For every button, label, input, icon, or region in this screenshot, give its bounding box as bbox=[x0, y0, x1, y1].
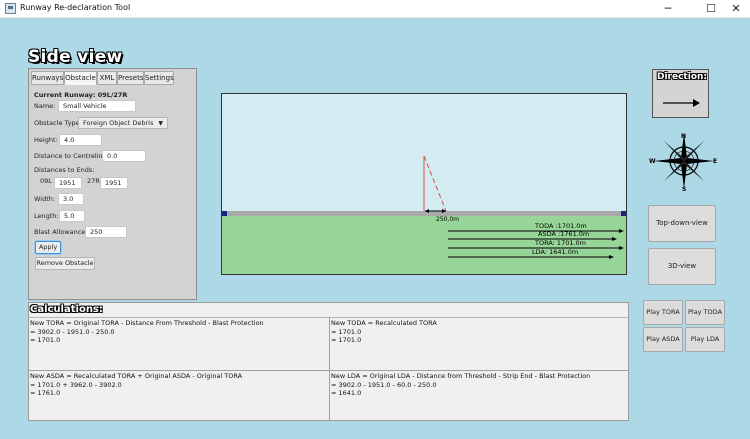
divider bbox=[329, 317, 330, 421]
tab-presets[interactable]: Presets bbox=[117, 71, 144, 85]
blast-distance-label: 250.0m bbox=[436, 216, 459, 223]
end2-label: 27R bbox=[87, 177, 100, 185]
end1-field[interactable]: 1951 bbox=[54, 177, 82, 189]
tab-runways[interactable]: Runways bbox=[31, 71, 64, 85]
blast-allowance-field[interactable]: 250 bbox=[85, 226, 127, 238]
length-field[interactable]: 5.0 bbox=[59, 210, 85, 222]
calculations-panel: Calculations: New TORA = Original TORA -… bbox=[28, 302, 629, 421]
end2-field[interactable]: 1951 bbox=[100, 177, 128, 189]
obstacle-type-value: Foreign Object Debris bbox=[83, 119, 154, 127]
runway-strip bbox=[222, 211, 626, 216]
obstacle-type-select[interactable]: Foreign Object Debris ▼ bbox=[78, 117, 168, 129]
centreline-field[interactable]: 0.0 bbox=[102, 150, 146, 162]
control-panel: Runways Obstacle XML Presets Settings Cu… bbox=[28, 68, 197, 300]
width-field[interactable]: 3.0 bbox=[58, 193, 84, 205]
tora-formula: New TORA = Original TORA - Distance From… bbox=[30, 319, 264, 327]
divider bbox=[29, 370, 628, 371]
obstacle-tab-body: Current Runway: 09L/27R Name: Small Vehi… bbox=[30, 85, 195, 298]
lda-substitution: = 3902.0 - 1951.0 - 60.0 - 250.0 bbox=[331, 380, 437, 389]
direction-label: Direction: bbox=[657, 72, 708, 82]
height-label: Height: bbox=[34, 136, 58, 144]
centreline-label: Distance to Centreline: bbox=[34, 152, 109, 160]
distances-label: Distances to Ends: bbox=[34, 166, 95, 174]
name-label: Name: bbox=[34, 102, 56, 110]
compass-north: N bbox=[681, 133, 686, 140]
tab-settings[interactable]: Settings bbox=[144, 71, 174, 85]
tora-substitution: = 3902.0 - 1951.0 - 250.0 bbox=[30, 327, 115, 336]
remove-obstacle-button[interactable]: Remove Obstacle bbox=[35, 257, 95, 270]
toda-label: TODA :1701.0m bbox=[534, 222, 587, 230]
threshold-marker-right bbox=[621, 211, 626, 216]
play-tora-button[interactable]: Play TORA bbox=[643, 300, 683, 325]
view-title: Side view bbox=[28, 47, 123, 67]
title-bar: Runway Re-declaration Tool ─ ☐ ✕ bbox=[0, 0, 750, 18]
apply-button[interactable]: Apply bbox=[35, 241, 61, 254]
toda-formula: New TODA = Recalculated TORA bbox=[331, 319, 437, 327]
threshold-marker-left bbox=[222, 211, 227, 216]
top-down-view-button[interactable]: Top-down-view bbox=[648, 205, 716, 242]
side-view-drawing: 250.0m TODA :1701.0m ASDA :1761.0m TORA:… bbox=[222, 94, 626, 274]
tab-xml[interactable]: XML bbox=[97, 71, 117, 85]
compass-rose-icon: N S W E bbox=[649, 133, 717, 191]
length-label: Length: bbox=[34, 212, 59, 220]
compass-west: W bbox=[649, 158, 656, 165]
toda-result: = 1701.0 bbox=[331, 336, 362, 344]
blast-allowance-label: Blast Allowance: bbox=[34, 228, 88, 236]
name-field[interactable]: Small Vehicle bbox=[58, 100, 136, 112]
direction-indicator: Direction: bbox=[652, 69, 709, 118]
lda-calculation: New LDA = Original LDA - Distance from T… bbox=[331, 372, 590, 398]
play-toda-button[interactable]: Play TODA bbox=[685, 300, 725, 325]
3d-view-button[interactable]: 3D-view bbox=[648, 248, 716, 285]
toda-substitution: = 1701.0 bbox=[331, 327, 362, 336]
lda-formula: New LDA = Original LDA - Distance from T… bbox=[331, 372, 591, 380]
asda-result: = 1761.0 bbox=[30, 389, 61, 397]
minimize-button[interactable]: ─ bbox=[654, 0, 682, 18]
arrow-right-icon bbox=[663, 99, 700, 107]
app-icon bbox=[5, 3, 16, 14]
side-view-canvas: 250.0m TODA :1701.0m ASDA :1761.0m TORA:… bbox=[221, 93, 627, 275]
asda-substitution: = 1701.0 + 3962.0 - 3902.0 bbox=[30, 380, 122, 389]
close-button[interactable]: ✕ bbox=[722, 0, 750, 18]
current-runway-label: Current Runway: 09L/27R bbox=[34, 91, 128, 99]
window-title: Runway Re-declaration Tool bbox=[20, 3, 131, 12]
lda-result: = 1641.0 bbox=[331, 389, 362, 397]
end1-label: 09L bbox=[40, 177, 52, 185]
tab-obstacle[interactable]: Obstacle bbox=[64, 71, 97, 85]
asda-calculation: New ASDA = Recalculated TORA + Original … bbox=[30, 372, 242, 398]
chevron-down-icon: ▼ bbox=[158, 120, 163, 127]
calculations-title: Calculations: bbox=[30, 304, 103, 315]
obstacle-type-label: Obstacle Type: bbox=[34, 119, 82, 127]
tora-result: = 1701.0 bbox=[30, 336, 61, 344]
compass-south: S bbox=[682, 186, 686, 191]
asda-formula: New ASDA = Recalculated TORA + Original … bbox=[30, 372, 243, 380]
height-field[interactable]: 4.0 bbox=[59, 134, 102, 146]
lda-label: LDA: 1641.0m bbox=[532, 248, 578, 256]
tora-label: TORA: 1701.0m bbox=[534, 239, 586, 247]
asda-label: ASDA :1761.0m bbox=[538, 230, 589, 238]
play-asda-button[interactable]: Play ASDA bbox=[643, 327, 683, 352]
compass-east: E bbox=[713, 158, 717, 165]
width-label: Width: bbox=[34, 195, 56, 203]
tora-calculation: New TORA = Original TORA - Distance From… bbox=[30, 319, 264, 345]
play-lda-button[interactable]: Play LDA bbox=[685, 327, 725, 352]
toda-calculation: New TODA = Recalculated TORA = 1701.0 = … bbox=[331, 319, 437, 345]
maximize-button[interactable]: ☐ bbox=[697, 0, 725, 18]
